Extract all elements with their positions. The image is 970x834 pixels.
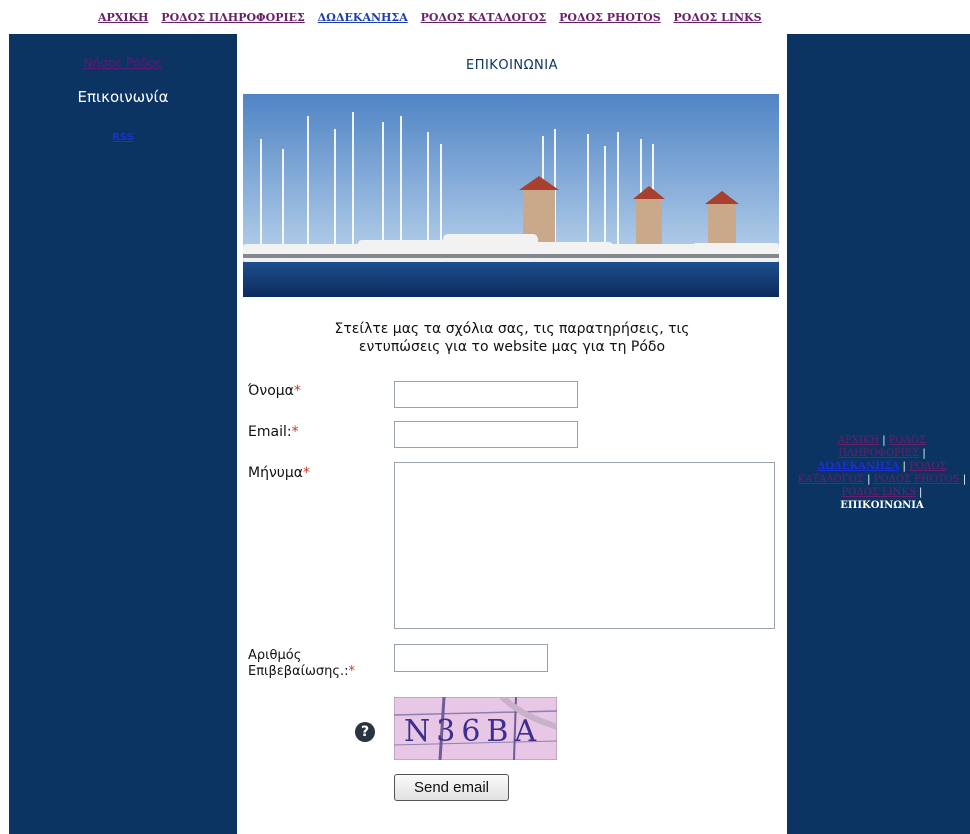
intro-text: Στείλτε μας τα σχόλια σας, τις παρατηρήσ… <box>257 320 767 356</box>
email-label-text: Email: <box>248 424 292 440</box>
right-nav-separator: | <box>915 487 923 498</box>
message-label-text: Μήνυμα <box>248 465 304 481</box>
message-field[interactable] <box>394 462 775 629</box>
name-label: Όνομα* <box>248 383 301 399</box>
right-nav-dodecanese[interactable]: ΔΩΔΕΚΑΝΗΣΑ <box>817 461 899 472</box>
email-required-mark: * <box>291 424 299 440</box>
confirm-label: Αριθμός Επιβεβαίωσης.:* <box>248 648 355 680</box>
main-content: ΕΠΙΚΟΙΝΩΝΙΑ Στείλτε μας τα σχόλια σας, τ… <box>237 34 787 834</box>
message-required-mark: * <box>303 465 311 481</box>
intro-line-2: εντυπώσεις για το website μας για τη Ρόδ… <box>358 339 666 355</box>
sidebar-title: Επικοινωνία <box>77 88 169 106</box>
help-icon[interactable]: ? <box>355 722 375 742</box>
confirmation-code-field[interactable] <box>394 644 548 672</box>
sidebar-link-rhodes-island[interactable]: Νήσος Ρόδος <box>9 56 237 70</box>
right-nav-rhodes-links[interactable]: ΡΟΔΟΣ LINKS <box>842 487 916 498</box>
right-footer-nav: ΑΡΧΙΚΗ | ΡΟΔΟΣ ΠΛΗΡΟΦΟΡΙΕΣ | ΔΩΔΕΚΑΝΗΣΑ … <box>797 434 967 512</box>
rss-link[interactable]: RSS <box>9 132 237 143</box>
captcha-text: N36BA <box>404 714 542 749</box>
top-navigation: ΑΡΧΙΚΗ ΡΟΔΟΣ ΠΛΗΡΟΦΟΡΙΕΣ ΔΩΔΕΚΑΝΗΣΑ ΡΟΔΟ… <box>0 0 970 34</box>
nav-rhodes-info[interactable]: ΡΟΔΟΣ ΠΛΗΡΟΦΟΡΙΕΣ <box>161 11 305 24</box>
confirm-required-mark: * <box>348 664 356 679</box>
intro-line-1: Στείλτε μας τα σχόλια σας, τις παρατηρήσ… <box>334 321 690 337</box>
harbor-banner-image <box>243 94 779 297</box>
right-nav-current-contact: ΕΠΙΚΟΙΝΩΝΙΑ <box>840 500 924 511</box>
left-sidebar: Νήσος Ρόδος Επικοινωνία RSS <box>9 34 237 834</box>
name-label-text: Όνομα <box>248 383 294 399</box>
message-label: Μήνυμα* <box>248 465 310 481</box>
nav-rhodes-photos[interactable]: ΡΟΔΟΣ PHOTOS <box>559 11 661 24</box>
right-nav-separator: | <box>879 435 889 446</box>
confirm-label-line-1: Αριθμός <box>248 648 302 663</box>
right-nav-separator: | <box>863 474 874 485</box>
nav-rhodes-links[interactable]: ΡΟΔΟΣ LINKS <box>674 11 762 24</box>
right-nav-home[interactable]: ΑΡΧΙΚΗ <box>838 435 879 446</box>
send-email-button[interactable]: Send email <box>394 774 509 801</box>
name-required-mark: * <box>293 383 301 399</box>
right-nav-separator: | <box>959 474 967 485</box>
nav-home[interactable]: ΑΡΧΙΚΗ <box>98 11 148 24</box>
right-sidebar: ΑΡΧΙΚΗ | ΡΟΔΟΣ ΠΛΗΡΟΦΟΡΙΕΣ | ΔΩΔΕΚΑΝΗΣΑ … <box>787 34 970 834</box>
name-field[interactable] <box>394 381 578 408</box>
page-title: ΕΠΙΚΟΙΝΩΝΙΑ <box>465 58 559 73</box>
right-nav-separator: | <box>919 448 926 459</box>
right-nav-rhodes-photos[interactable]: ΡΟΔΟΣ PHOTOS <box>874 474 960 485</box>
confirm-label-line-2: Επιβεβαίωσης.: <box>248 664 349 679</box>
top-nav-links: ΑΡΧΙΚΗ ΡΟΔΟΣ ΠΛΗΡΟΦΟΡΙΕΣ ΔΩΔΕΚΑΝΗΣΑ ΡΟΔΟ… <box>98 11 771 24</box>
captcha-image: N36BA <box>394 697 557 760</box>
email-label: Email:* <box>248 424 299 440</box>
right-nav-separator: | <box>899 461 910 472</box>
email-field[interactable] <box>394 421 578 448</box>
nav-rhodes-catalog[interactable]: ΡΟΔΟΣ ΚΑΤΑΛΟΓΟΣ <box>421 11 547 24</box>
nav-dodecanese[interactable]: ΔΩΔΕΚΑΝΗΣΑ <box>318 11 408 24</box>
